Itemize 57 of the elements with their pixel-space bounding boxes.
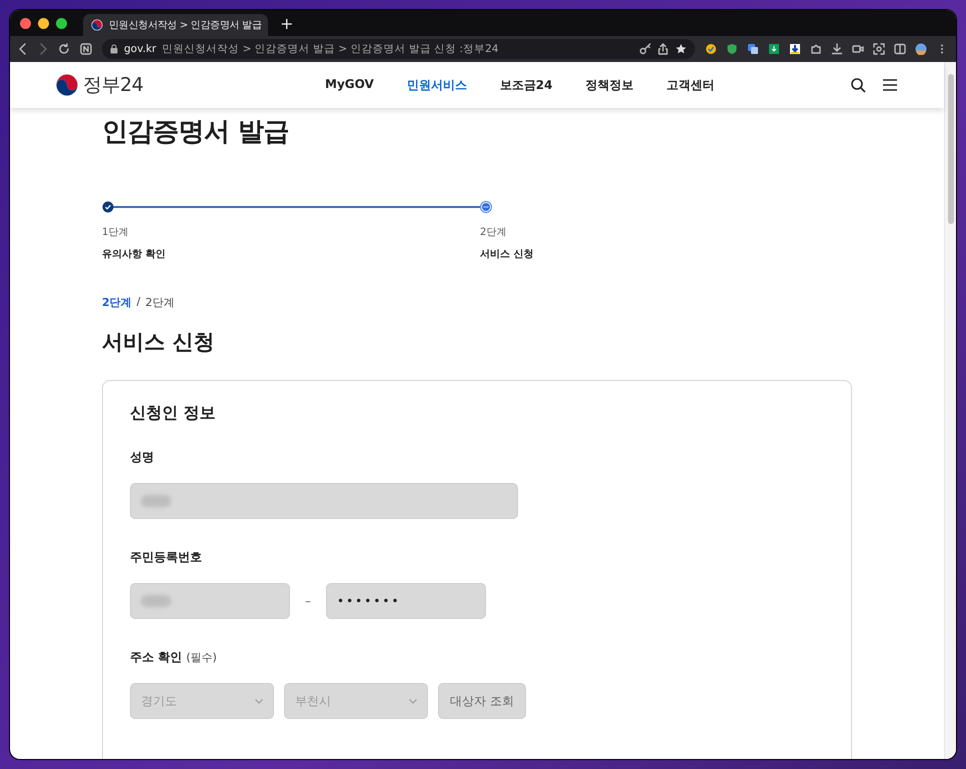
chevron-down-icon <box>409 698 417 704</box>
field-label: 주민등록번호 <box>130 549 202 566</box>
new-tab-button[interactable]: + <box>276 14 298 32</box>
step-separator: / <box>136 295 140 310</box>
check-circle-icon[interactable] <box>705 43 717 55</box>
nav-link[interactable]: 정책정보 <box>585 76 634 94</box>
step-number: 2단계 <box>480 226 508 239</box>
field-label: 성명 <box>130 449 154 466</box>
chevron-down-icon <box>255 698 263 704</box>
screenshot-icon[interactable] <box>873 43 885 55</box>
nav-link[interactable]: MyGOV <box>325 76 374 94</box>
download-icon[interactable] <box>831 43 843 55</box>
download-box-icon[interactable] <box>768 43 780 55</box>
browser-tab[interactable]: 민원신청서작성 > 인감증명서 발급 <box>83 14 268 36</box>
field-label: 주소 확인 <box>130 649 182 666</box>
address-bar[interactable]: gov.kr 민원신청서작성 > 인감증명서 발급 > 인감증명서 발급 신청 :정부24 <box>102 39 695 59</box>
scrollbar[interactable] <box>944 62 956 759</box>
avatar-icon[interactable] <box>915 43 927 55</box>
check-circle-icon <box>102 201 114 213</box>
required-note: (필수) <box>186 650 217 665</box>
rrn-front-field[interactable] <box>130 583 290 619</box>
nav-link[interactable]: 민원서비스 <box>406 76 467 94</box>
lookup-button[interactable]: 대상자 조회 <box>438 683 526 719</box>
name-field[interactable] <box>130 483 518 519</box>
star-icon[interactable] <box>675 43 687 55</box>
forward-icon[interactable] <box>38 43 48 55</box>
nav-link[interactable]: 보조금24 <box>500 76 552 94</box>
nav-link[interactable]: 고객센터 <box>666 76 714 94</box>
n-square-icon[interactable] <box>80 43 92 55</box>
reload-icon[interactable] <box>58 43 70 55</box>
current-step: 2단계 <box>102 295 132 310</box>
total-steps: 2단계 <box>145 295 174 310</box>
minimize-window-button[interactable] <box>38 18 49 28</box>
emblem-icon <box>91 19 103 31</box>
search-icon[interactable] <box>850 77 866 93</box>
step-label: 서비스 신청 <box>480 248 534 261</box>
shield-icon[interactable] <box>726 43 738 55</box>
share-icon[interactable] <box>657 43 669 55</box>
video-icon[interactable] <box>852 43 864 55</box>
taegeuk-icon[interactable] <box>55 73 79 97</box>
key-icon[interactable] <box>639 43 651 55</box>
arrow-down-box-icon[interactable] <box>789 43 801 55</box>
lock-icon <box>110 44 118 54</box>
step-number: 1단계 <box>102 226 130 239</box>
current-step-icon <box>480 201 492 213</box>
step-label: 유의사항 확인 <box>102 248 162 261</box>
sidebar-icon[interactable] <box>894 43 906 55</box>
dash-separator: – <box>304 594 312 608</box>
close-window-button[interactable] <box>20 18 31 28</box>
form-title: 신청인 정보 <box>130 403 217 424</box>
menu-icon[interactable] <box>882 77 898 93</box>
page-title: 인감증명서 발급 <box>102 116 290 149</box>
section-title: 서비스 신청 <box>102 329 216 356</box>
zoom-window-button[interactable] <box>56 18 67 28</box>
back-icon[interactable] <box>18 43 28 55</box>
rrn-back-field[interactable]: ••••••• <box>326 583 486 619</box>
site-logo-text[interactable]: 정부24 <box>83 72 144 98</box>
